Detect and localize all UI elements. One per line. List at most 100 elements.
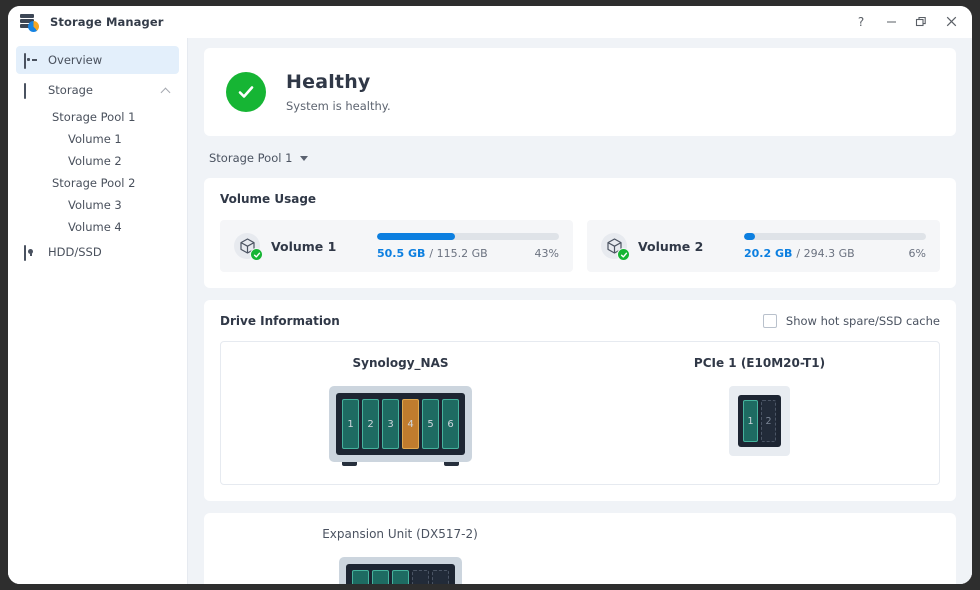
minimize-button[interactable] (876, 9, 906, 35)
volume-usage-list: Volume 1 50.5 GB / 115.2 GB (220, 220, 940, 272)
drive-bay[interactable]: 1 (352, 570, 369, 584)
storage-manager-icon (20, 13, 38, 31)
chevron-up-icon[interactable] (162, 86, 171, 95)
volume-cube-icon (234, 233, 260, 259)
drive-bay-number: 2 (367, 419, 373, 430)
pcie-slot-number: 2 (765, 416, 771, 427)
sidebar-item-label: Volume 2 (68, 154, 122, 168)
expansion-unit-card: Expansion Unit (DX517-2) 1 2 3 4 5 (204, 513, 956, 584)
volume-name: Volume 2 (638, 239, 703, 254)
sidebar-item-label: Storage (48, 83, 162, 97)
usage-bar-label: 50.5 GB / 115.2 GB 43% (377, 247, 559, 260)
drive-bay[interactable]: 4 (402, 399, 419, 449)
usage-percent: 6% (909, 247, 926, 260)
pcie-slot-number: 1 (747, 416, 753, 427)
sidebar-item-storage-pool-2[interactable]: Storage Pool 2 (8, 172, 187, 193)
usage-bar-label: 20.2 GB / 294.3 GB 6% (744, 247, 926, 260)
usage-bar-fill (744, 233, 755, 240)
window-controls: ? (846, 9, 966, 35)
drive-bay-number: 5 (427, 419, 433, 430)
maximize-button[interactable] (906, 9, 936, 35)
volume-usage-meter: 20.2 GB / 294.3 GB 6% (744, 233, 926, 260)
show-hot-spare-checkbox[interactable]: Show hot spare/SSD cache (763, 314, 940, 328)
drive-bay-number: 4 (407, 419, 413, 430)
volume-usage-item[interactable]: Volume 1 50.5 GB / 115.2 GB (220, 220, 573, 272)
drive-bay-number: 1 (347, 419, 353, 430)
health-title: Healthy (286, 71, 391, 93)
nas-chassis-graphic: 1 2 3 4 5 6 (329, 386, 472, 466)
overview-icon (24, 54, 39, 67)
sidebar-item-label: Overview (48, 53, 171, 67)
volume-usage-meter: 50.5 GB / 115.2 GB 43% (377, 233, 559, 260)
usage-used-value: 50.5 GB (377, 247, 425, 260)
help-label: ? (858, 16, 864, 28)
sidebar-item-storage-pool-1[interactable]: Storage Pool 1 (8, 106, 187, 127)
storage-pool-selector[interactable]: Storage Pool 1 (209, 143, 956, 173)
usage-bar-track (744, 233, 926, 240)
chassis-bay-row: 1 2 3 4 5 6 (336, 393, 465, 455)
chassis-body: 1 2 3 4 5 6 (329, 386, 472, 462)
device-expansion-unit: Expansion Unit (DX517-2) 1 2 3 4 5 (220, 527, 580, 584)
sidebar-item-label: HDD/SSD (48, 245, 171, 259)
volume-usage-title: Volume Usage (220, 192, 940, 206)
pcie-slot[interactable]: 2 (761, 400, 776, 442)
drive-bay[interactable]: 5 (422, 399, 439, 449)
drive-bay[interactable]: 2 (372, 570, 389, 584)
sidebar-item-label: Volume 4 (68, 220, 122, 234)
drive-bay[interactable]: 3 (392, 570, 409, 584)
sidebar-item-volume-1[interactable]: Volume 1 (8, 128, 187, 149)
app-title: Storage Manager (50, 15, 164, 29)
pcie-bay-row: 1 2 (738, 395, 781, 447)
sidebar-item-label: Volume 1 (68, 132, 122, 146)
expansion-chassis-graphic: 1 2 3 4 5 (339, 557, 462, 584)
pcie-card-graphic: 1 2 (729, 386, 790, 456)
pcie-slot[interactable]: 1 (743, 400, 758, 442)
drive-bay[interactable]: 4 (412, 570, 429, 584)
sidebar-item-hdd-ssd[interactable]: HDD/SSD (16, 238, 179, 266)
usage-total-text: 294.3 GB (804, 247, 855, 260)
storage-pool-selector-label: Storage Pool 1 (209, 151, 292, 165)
usage-separator: / (429, 247, 433, 260)
storage-icon (24, 84, 39, 97)
drive-information-title: Drive Information (220, 314, 340, 328)
drive-bay[interactable]: 1 (342, 399, 359, 449)
chassis-bay-row: 1 2 3 4 5 (346, 564, 455, 584)
device-name: Synology_NAS (353, 356, 449, 370)
drive-bay[interactable]: 3 (382, 399, 399, 449)
device-synology-nas: Synology_NAS 1 2 3 4 5 6 (221, 356, 580, 466)
title-bar: Storage Manager ? (8, 6, 972, 38)
usage-used-value: 20.2 GB (744, 247, 792, 260)
main-content: Healthy System is healthy. Storage Pool … (188, 38, 972, 584)
close-button[interactable] (936, 9, 966, 35)
checkbox-box-icon[interactable] (763, 314, 777, 328)
sidebar-item-label: Storage Pool 2 (52, 176, 135, 190)
healthy-check-badge (617, 248, 630, 261)
usage-bar-fill (377, 233, 455, 240)
sidebar-item-volume-3[interactable]: Volume 3 (8, 194, 187, 215)
device-pcie-1: PCIe 1 (E10M20-T1) 1 2 (580, 356, 939, 466)
usage-total-value: / 115.2 GB (429, 247, 487, 260)
drive-bay[interactable]: 5 (432, 570, 449, 584)
sidebar-item-volume-2[interactable]: Volume 2 (8, 150, 187, 171)
volume-name: Volume 1 (271, 239, 336, 254)
volume-usage-card: Volume Usage (204, 178, 956, 288)
storage-manager-window: Storage Manager ? (8, 6, 972, 584)
usage-percent: 43% (535, 247, 559, 260)
sidebar-item-overview[interactable]: Overview (16, 46, 179, 74)
sidebar: Overview Storage Storage Pool 1 Volume 1… (8, 38, 188, 584)
health-subtitle: System is healthy. (286, 99, 391, 113)
volume-cube-icon (601, 233, 627, 259)
sidebar-item-label: Storage Pool 1 (52, 110, 135, 124)
healthy-check-badge (250, 248, 263, 261)
drive-bay[interactable]: 2 (362, 399, 379, 449)
health-text: Healthy System is healthy. (286, 71, 391, 113)
drive-bay[interactable]: 6 (442, 399, 459, 449)
drive-bay-number: 3 (387, 419, 393, 430)
usage-total-text: 115.2 GB (437, 247, 488, 260)
device-name: Expansion Unit (DX517-2) (322, 527, 478, 541)
usage-separator: / (796, 247, 800, 260)
sidebar-item-volume-4[interactable]: Volume 4 (8, 216, 187, 237)
help-button[interactable]: ? (846, 9, 876, 35)
volume-usage-item[interactable]: Volume 2 20.2 GB / 294.3 GB (587, 220, 940, 272)
sidebar-item-storage[interactable]: Storage (16, 76, 179, 104)
